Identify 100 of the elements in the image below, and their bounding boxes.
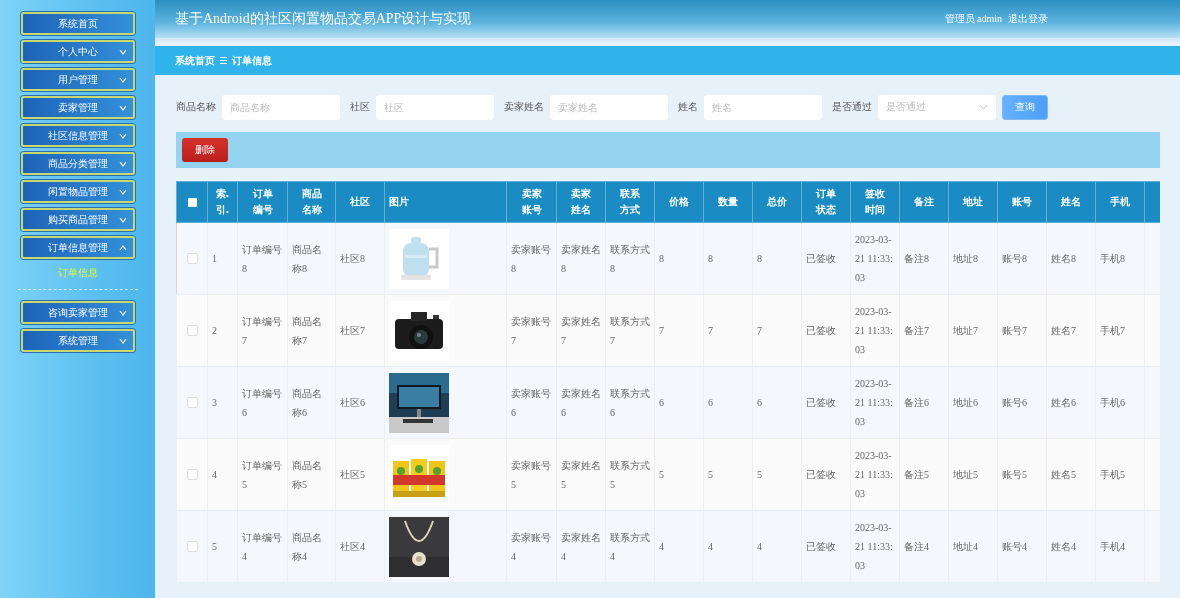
- sidebar-item[interactable]: 社区信息管理: [20, 124, 135, 147]
- table-cell: 联系方式6: [605, 366, 655, 439]
- table-cell: 2023-03-21 11:33:03: [850, 366, 900, 439]
- table-cell: 卖家账号7: [506, 294, 557, 367]
- table-cell: 商品名称7: [287, 294, 336, 367]
- table-cell: 卖家账号5: [506, 438, 557, 511]
- table-cell: 卖家账号6: [506, 366, 557, 439]
- table-cell: 社区5: [335, 438, 385, 511]
- sidebar-item[interactable]: 卖家管理: [20, 96, 135, 119]
- delete-button[interactable]: 删除: [182, 138, 228, 162]
- row-checkbox[interactable]: [186, 325, 198, 336]
- column-header[interactable]: 手机: [1109, 194, 1131, 210]
- column-header[interactable]: 姓名: [1060, 194, 1082, 210]
- table-cell: 订单编号4: [237, 510, 288, 583]
- table-cell: 订单编号5: [237, 438, 288, 511]
- table-cell: 5: [703, 438, 753, 511]
- logout-link[interactable]: 退出登录: [1008, 12, 1048, 26]
- table-cell: 7: [752, 294, 802, 367]
- breadcrumb-item[interactable]: 订单信息: [232, 53, 272, 68]
- table-cell: 姓名5: [1046, 438, 1096, 511]
- table-cell: 地址7: [948, 294, 998, 367]
- column-header[interactable]: 地址: [962, 194, 984, 210]
- table-cell: 2023-03-21 11:33:03: [850, 510, 900, 583]
- column-header[interactable]: 备注: [913, 194, 935, 210]
- table-cell: 姓名8: [1046, 222, 1096, 295]
- column-header[interactable]: 总价: [766, 194, 788, 210]
- separator-icon: [220, 57, 227, 64]
- field-label: 卖家姓名: [504, 100, 544, 114]
- app-title: 基于Android的社区闲置物品交易APP设计与实现: [175, 10, 472, 28]
- table-cell: 备注4: [899, 510, 949, 583]
- table-cell: 社区7: [335, 294, 385, 367]
- table-cell: 2023-03-21 11:33:03: [850, 438, 900, 511]
- table-cell: 账号4: [997, 510, 1047, 583]
- sidebar-item[interactable]: 闲置物品管理: [20, 180, 135, 203]
- table-cell: 3: [207, 366, 238, 439]
- table-cell: 卖家账号8: [506, 222, 557, 295]
- table-cell: 卖家姓名5: [556, 438, 606, 511]
- sidebar-item[interactable]: 商品分类管理: [20, 152, 135, 175]
- table-cell: 商品名称4: [287, 510, 336, 583]
- table-cell: 已签收: [801, 222, 851, 295]
- table-cell: 联系方式4: [605, 510, 655, 583]
- table-cell: 5: [654, 438, 704, 511]
- table-cell: 手机5: [1095, 438, 1145, 511]
- table-cell: 4: [703, 510, 753, 583]
- field-label: 社区: [350, 100, 370, 114]
- table-cell: 账号6: [997, 366, 1047, 439]
- table-cell: 订单编号8: [237, 222, 288, 295]
- table-cell: 备注6: [899, 366, 949, 439]
- table-cell: 4: [207, 438, 238, 511]
- column-header[interactable]: 数量: [717, 194, 739, 210]
- table-cell: 手机4: [1095, 510, 1145, 583]
- column-header[interactable]: 价格: [668, 194, 690, 210]
- table-cell: 联系方式5: [605, 438, 655, 511]
- table-cell: 7: [654, 294, 704, 367]
- column-header[interactable]: 图片: [389, 194, 410, 210]
- table-cell: 账号5: [997, 438, 1047, 511]
- table-cell: 商品名称5: [287, 438, 336, 511]
- row-checkbox[interactable]: [186, 397, 198, 408]
- sidebar-item[interactable]: 购买商品管理: [20, 208, 135, 231]
- row-checkbox[interactable]: [186, 469, 198, 480]
- sidebar-item[interactable]: 用户管理: [20, 68, 135, 91]
- field-label: 商品名称: [176, 100, 216, 114]
- table-cell: 备注7: [899, 294, 949, 367]
- table-cell: 卖家账号4: [506, 510, 557, 583]
- field-label: 是否通过: [832, 100, 872, 114]
- table-cell: 姓名7: [1046, 294, 1096, 367]
- search-field[interactable]: 卖家姓名: [550, 94, 668, 120]
- table-cell: 6: [752, 366, 802, 439]
- table-cell: 5: [752, 438, 802, 511]
- table-cell: 7: [703, 294, 753, 367]
- table-cell: 8: [703, 222, 753, 295]
- table-cell: 已签收: [801, 438, 851, 511]
- search-button[interactable]: 查询: [1002, 94, 1048, 120]
- sidebar-item[interactable]: 系统管理: [20, 329, 135, 352]
- table-cell: 卖家姓名4: [556, 510, 606, 583]
- column-header[interactable]: 账号: [1011, 194, 1033, 210]
- search-field[interactable]: 社区: [376, 94, 494, 120]
- table-cell: 地址8: [948, 222, 998, 295]
- table-cell: 6: [703, 366, 753, 439]
- row-checkbox[interactable]: [186, 253, 198, 264]
- sidebar-item[interactable]: 订单信息管理: [20, 236, 135, 259]
- row-checkbox[interactable]: [186, 541, 198, 552]
- table-cell: 卖家姓名8: [556, 222, 606, 295]
- select-all-checkbox[interactable]: [187, 197, 197, 207]
- column-header[interactable]: 社区: [349, 194, 371, 210]
- breadcrumb-item[interactable]: 系统首页: [175, 53, 215, 68]
- table-cell: 备注5: [899, 438, 949, 511]
- table-cell: 联系方式8: [605, 222, 655, 295]
- sidebar-item[interactable]: 咨询卖家管理: [20, 301, 135, 324]
- table-cell: 账号7: [997, 294, 1047, 367]
- search-field[interactable]: 姓名: [704, 94, 822, 120]
- sidebar-item[interactable]: 系统首页: [20, 12, 135, 35]
- sidebar-item[interactable]: 个人中心: [20, 40, 135, 63]
- table-cell: 2023-03-21 11:33:03: [850, 222, 900, 295]
- table-cell: 地址4: [948, 510, 998, 583]
- table-cell: 4: [654, 510, 704, 583]
- table-cell: 8: [752, 222, 802, 295]
- table-cell: 社区4: [335, 510, 385, 583]
- table-cell: 社区6: [335, 366, 385, 439]
- table-cell: 订单编号6: [237, 366, 288, 439]
